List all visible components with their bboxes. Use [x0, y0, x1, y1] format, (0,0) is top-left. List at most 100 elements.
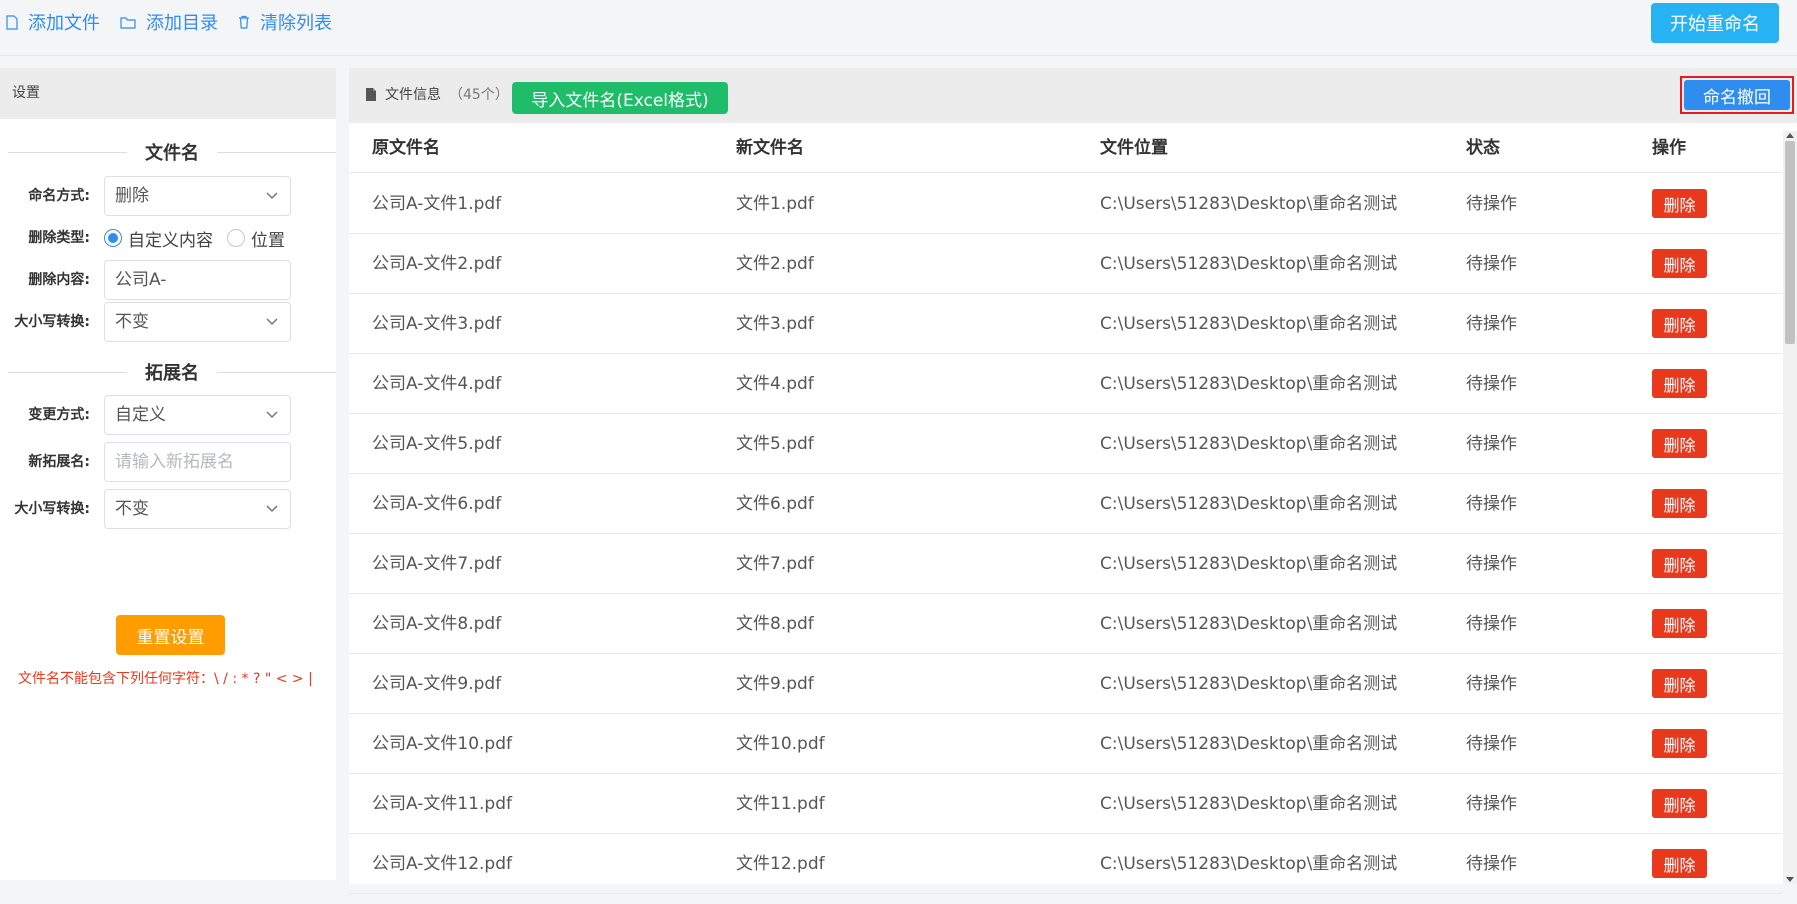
invalid-characters-warning: 文件名不能包含下列任何字符：\ / : * ? " < > | [18, 671, 313, 687]
extension-section-title: 拓展名 [8, 360, 336, 384]
table-header: 原文件名 新文件名 文件位置 状态 操作 [349, 123, 1782, 173]
new-name-cell: 文件2.pdf [736, 254, 814, 274]
extension-section-label: 拓展名 [145, 363, 199, 384]
new-name-cell: 文件12.pdf [736, 854, 825, 874]
location-cell: C:\Users\51283\Desktop\重命名测试 [1100, 434, 1398, 454]
undo-rename-label: 命名撤回 [1684, 80, 1790, 110]
settings-sidebar: 设置 文件名 命名方式: 删除 删除类型: 自定义内容 位置 删除内容: 公司A… [0, 68, 336, 880]
new-name-cell: 文件11.pdf [736, 794, 825, 814]
status-cell: 待操作 [1466, 494, 1517, 514]
new-name-cell: 文件5.pdf [736, 434, 814, 454]
delete-row-button[interactable]: 删除 [1652, 729, 1707, 758]
naming-method-row: 命名方式: 删除 [0, 176, 336, 216]
trash-icon [239, 15, 249, 29]
radio-position[interactable] [227, 229, 245, 247]
location-cell: C:\Users\51283\Desktop\重命名测试 [1100, 554, 1398, 574]
delete-row-button[interactable]: 删除 [1652, 549, 1707, 578]
extension-case-label: 大小写转换: [14, 501, 90, 517]
location-cell: C:\Users\51283\Desktop\重命名测试 [1100, 794, 1398, 814]
case-conversion-value: 不变 [115, 312, 149, 332]
location-cell: C:\Users\51283\Desktop\重命名测试 [1100, 614, 1398, 634]
file-icon [6, 14, 18, 30]
delete-type-radio-group: 自定义内容 位置 [104, 218, 285, 258]
case-conversion-select[interactable]: 不变 [104, 302, 291, 342]
change-method-row: 变更方式: 自定义 [0, 395, 336, 435]
scroll-up-arrow[interactable] [1786, 133, 1794, 138]
original-name-cell: 公司A-文件10.pdf [372, 734, 512, 754]
document-icon [366, 87, 376, 101]
status-cell: 待操作 [1466, 434, 1517, 454]
divider [8, 151, 127, 153]
table-row: 公司A-文件1.pdf 文件1.pdf C:\Users\51283\Desktop… [349, 174, 1782, 234]
new-name-cell: 文件7.pdf [736, 554, 814, 574]
chevron-down-icon [266, 505, 278, 513]
new-name-cell: 文件3.pdf [736, 314, 814, 334]
delete-row-button[interactable]: 删除 [1652, 849, 1707, 878]
new-extension-row: 新拓展名: 请输入新拓展名 [0, 442, 336, 482]
delete-row-button[interactable]: 删除 [1652, 369, 1707, 398]
table-row: 公司A-文件7.pdf 文件7.pdf C:\Users\51283\Desktop… [349, 534, 1782, 594]
delete-row-button[interactable]: 删除 [1652, 189, 1707, 218]
case-conversion-label: 大小写转换: [14, 314, 90, 330]
file-info-title: 文件信息 （45个） [365, 84, 509, 104]
delete-row-button[interactable]: 删除 [1652, 249, 1707, 278]
add-directory-button[interactable]: 添加目录 [120, 10, 218, 34]
delete-content-input[interactable]: 公司A- [104, 260, 291, 300]
change-method-select[interactable]: 自定义 [104, 395, 291, 435]
radio-custom-content[interactable] [104, 229, 122, 247]
file-info-label: 文件信息 [385, 87, 441, 103]
start-rename-button[interactable]: 开始重命名 [1651, 3, 1779, 43]
original-name-cell: 公司A-文件11.pdf [372, 794, 512, 814]
delete-row-button[interactable]: 删除 [1652, 789, 1707, 818]
vertical-scrollbar[interactable] [1783, 131, 1797, 884]
location-cell: C:\Users\51283\Desktop\重命名测试 [1100, 854, 1398, 874]
delete-content-value: 公司A- [115, 270, 167, 290]
delete-row-button[interactable]: 删除 [1652, 429, 1707, 458]
delete-row-button[interactable]: 删除 [1652, 309, 1707, 338]
location-cell: C:\Users\51283\Desktop\重命名测试 [1100, 314, 1398, 334]
delete-row-button[interactable]: 删除 [1652, 669, 1707, 698]
change-method-value: 自定义 [115, 405, 166, 425]
chevron-down-icon [266, 192, 278, 200]
column-location: 文件位置 [1100, 138, 1168, 158]
naming-method-label: 命名方式: [28, 188, 90, 204]
delete-row-button[interactable]: 删除 [1652, 609, 1707, 638]
new-name-cell: 文件9.pdf [736, 674, 814, 694]
toolbar: 添加文件 添加目录 清除列表 开始重命名 [0, 0, 1797, 56]
scroll-down-arrow[interactable] [1786, 877, 1794, 882]
status-cell: 待操作 [1466, 674, 1517, 694]
original-name-cell: 公司A-文件9.pdf [372, 674, 502, 694]
clear-list-button[interactable]: 清除列表 [238, 10, 332, 34]
reset-settings-button[interactable]: 重置设置 [116, 615, 225, 655]
table-row: 公司A-文件3.pdf 文件3.pdf C:\Users\51283\Desktop… [349, 294, 1782, 354]
delete-row-button[interactable]: 删除 [1652, 489, 1707, 518]
chevron-down-icon [266, 411, 278, 419]
original-name-cell: 公司A-文件2.pdf [372, 254, 502, 274]
location-cell: C:\Users\51283\Desktop\重命名测试 [1100, 374, 1398, 394]
undo-rename-button[interactable]: 命名撤回 [1680, 76, 1794, 114]
naming-method-value: 删除 [115, 186, 149, 206]
extension-case-row: 大小写转换: 不变 [0, 489, 336, 529]
import-excel-button[interactable]: 导入文件名(Excel格式) [512, 82, 728, 114]
new-name-cell: 文件8.pdf [736, 614, 814, 634]
original-name-cell: 公司A-文件4.pdf [372, 374, 502, 394]
naming-method-select[interactable]: 删除 [104, 176, 291, 216]
file-info-header: 文件信息 （45个） 导入文件名(Excel格式) 命名撤回 [349, 68, 1797, 123]
table-row: 公司A-文件8.pdf 文件8.pdf C:\Users\51283\Desktop… [349, 594, 1782, 654]
add-file-button[interactable]: 添加文件 [6, 10, 100, 34]
extension-case-select[interactable]: 不变 [104, 489, 291, 529]
location-cell: C:\Users\51283\Desktop\重命名测试 [1100, 254, 1398, 274]
filename-section-title: 文件名 [8, 140, 336, 164]
status-cell: 待操作 [1466, 614, 1517, 634]
radio-position-label: 位置 [251, 230, 285, 251]
scroll-thumb[interactable] [1785, 141, 1795, 344]
delete-type-label: 删除类型: [28, 230, 90, 246]
table-row: 公司A-文件11.pdf 文件11.pdf C:\Users\51283\Deskt… [349, 774, 1782, 834]
divider [8, 371, 127, 373]
location-cell: C:\Users\51283\Desktop\重命名测试 [1100, 494, 1398, 514]
new-extension-input[interactable]: 请输入新拓展名 [104, 442, 291, 482]
divider [217, 371, 336, 373]
settings-header: 设置 [0, 68, 336, 119]
file-list-panel: 文件信息 （45个） 导入文件名(Excel格式) 命名撤回 原文件名 新文件名… [349, 68, 1797, 894]
status-cell: 待操作 [1466, 374, 1517, 394]
